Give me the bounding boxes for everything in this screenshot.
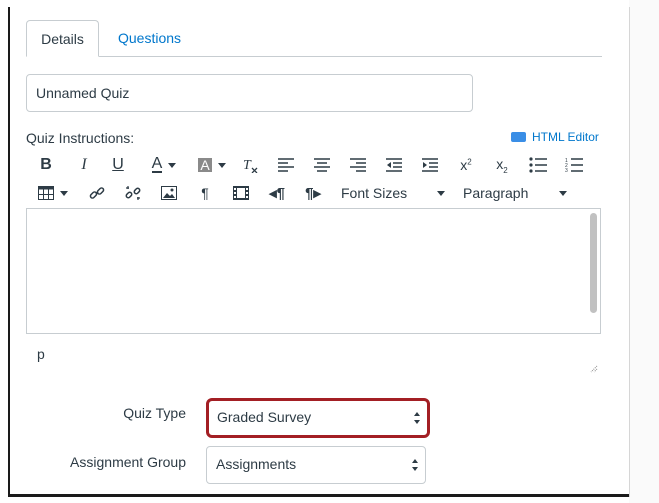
align-center-icon[interactable] xyxy=(312,153,332,177)
font-sizes-label: Font Sizes xyxy=(341,185,408,201)
font-sizes-dropdown[interactable]: Font Sizes xyxy=(341,181,447,205)
assignment-group-select[interactable]: Assignments xyxy=(206,446,426,484)
quiz-instructions-label: Quiz Instructions: xyxy=(26,130,135,146)
indent-icon[interactable] xyxy=(420,153,440,177)
paragraph-dropdown[interactable]: Paragraph xyxy=(463,181,567,205)
quiz-tabs: Details Questions xyxy=(26,20,602,57)
keyboard-icon xyxy=(511,132,526,142)
window-edge-line xyxy=(629,7,630,497)
underline-icon[interactable]: U xyxy=(108,153,128,177)
html-editor-label: HTML Editor xyxy=(532,130,599,144)
chevron-down-icon xyxy=(60,190,68,196)
select-arrows-icon xyxy=(414,412,420,424)
tab-questions[interactable]: Questions xyxy=(104,20,195,56)
html-editor-link[interactable]: HTML Editor xyxy=(511,130,599,144)
quiz-type-value: Graded Survey xyxy=(217,409,312,425)
numbered-list-icon[interactable]: 123 xyxy=(564,153,584,177)
rtl-icon[interactable]: ¶▸ xyxy=(303,181,323,205)
bold-icon[interactable]: B xyxy=(36,153,56,177)
table-icon xyxy=(38,186,54,200)
image-icon[interactable] xyxy=(159,181,179,205)
show-blocks-icon[interactable]: ¶ xyxy=(195,181,215,205)
background-color-icon: A xyxy=(198,157,212,173)
superscript-icon[interactable]: x2 xyxy=(456,153,476,177)
unlink-icon[interactable] xyxy=(123,181,143,205)
select-arrows-icon xyxy=(412,459,418,471)
editor-scrollbar[interactable] xyxy=(590,213,597,313)
editor-element-path: p xyxy=(37,346,45,362)
align-left-icon[interactable] xyxy=(276,153,296,177)
chevron-down-icon xyxy=(217,162,226,168)
ltr-icon[interactable]: ◂¶ xyxy=(267,181,287,205)
align-right-icon[interactable] xyxy=(348,153,368,177)
text-color-button[interactable]: A xyxy=(144,153,184,177)
quiz-type-label: Quiz Type xyxy=(123,405,186,421)
paragraph-label: Paragraph xyxy=(463,185,529,201)
text-color-icon: A xyxy=(151,155,163,173)
bullet-list-icon[interactable] xyxy=(528,153,548,177)
chevron-down-icon xyxy=(559,191,567,196)
clear-formatting-icon[interactable]: T xyxy=(240,153,260,177)
window-edge-background xyxy=(629,0,659,503)
tab-details[interactable]: Details xyxy=(26,20,99,57)
outdent-icon[interactable] xyxy=(384,153,404,177)
assignment-group-value: Assignments xyxy=(216,456,297,472)
svg-text:T: T xyxy=(243,158,252,173)
quiz-title-input[interactable]: Unnamed Quiz xyxy=(26,74,473,112)
link-icon[interactable] xyxy=(87,181,107,205)
chevron-down-icon xyxy=(437,191,445,196)
table-button[interactable] xyxy=(36,181,70,205)
italic-icon[interactable]: I xyxy=(74,153,94,177)
chevron-down-icon xyxy=(168,162,177,168)
quiz-type-select[interactable]: Graded Survey xyxy=(206,398,430,438)
background-color-button[interactable]: A xyxy=(192,153,232,177)
rich-text-editor-area[interactable] xyxy=(26,208,601,334)
resize-handle-icon[interactable] xyxy=(590,360,598,373)
svg-text:3: 3 xyxy=(565,168,568,173)
subscript-icon[interactable]: x2 xyxy=(492,153,512,177)
media-icon[interactable] xyxy=(231,181,251,205)
assignment-group-label: Assignment Group xyxy=(70,454,186,470)
